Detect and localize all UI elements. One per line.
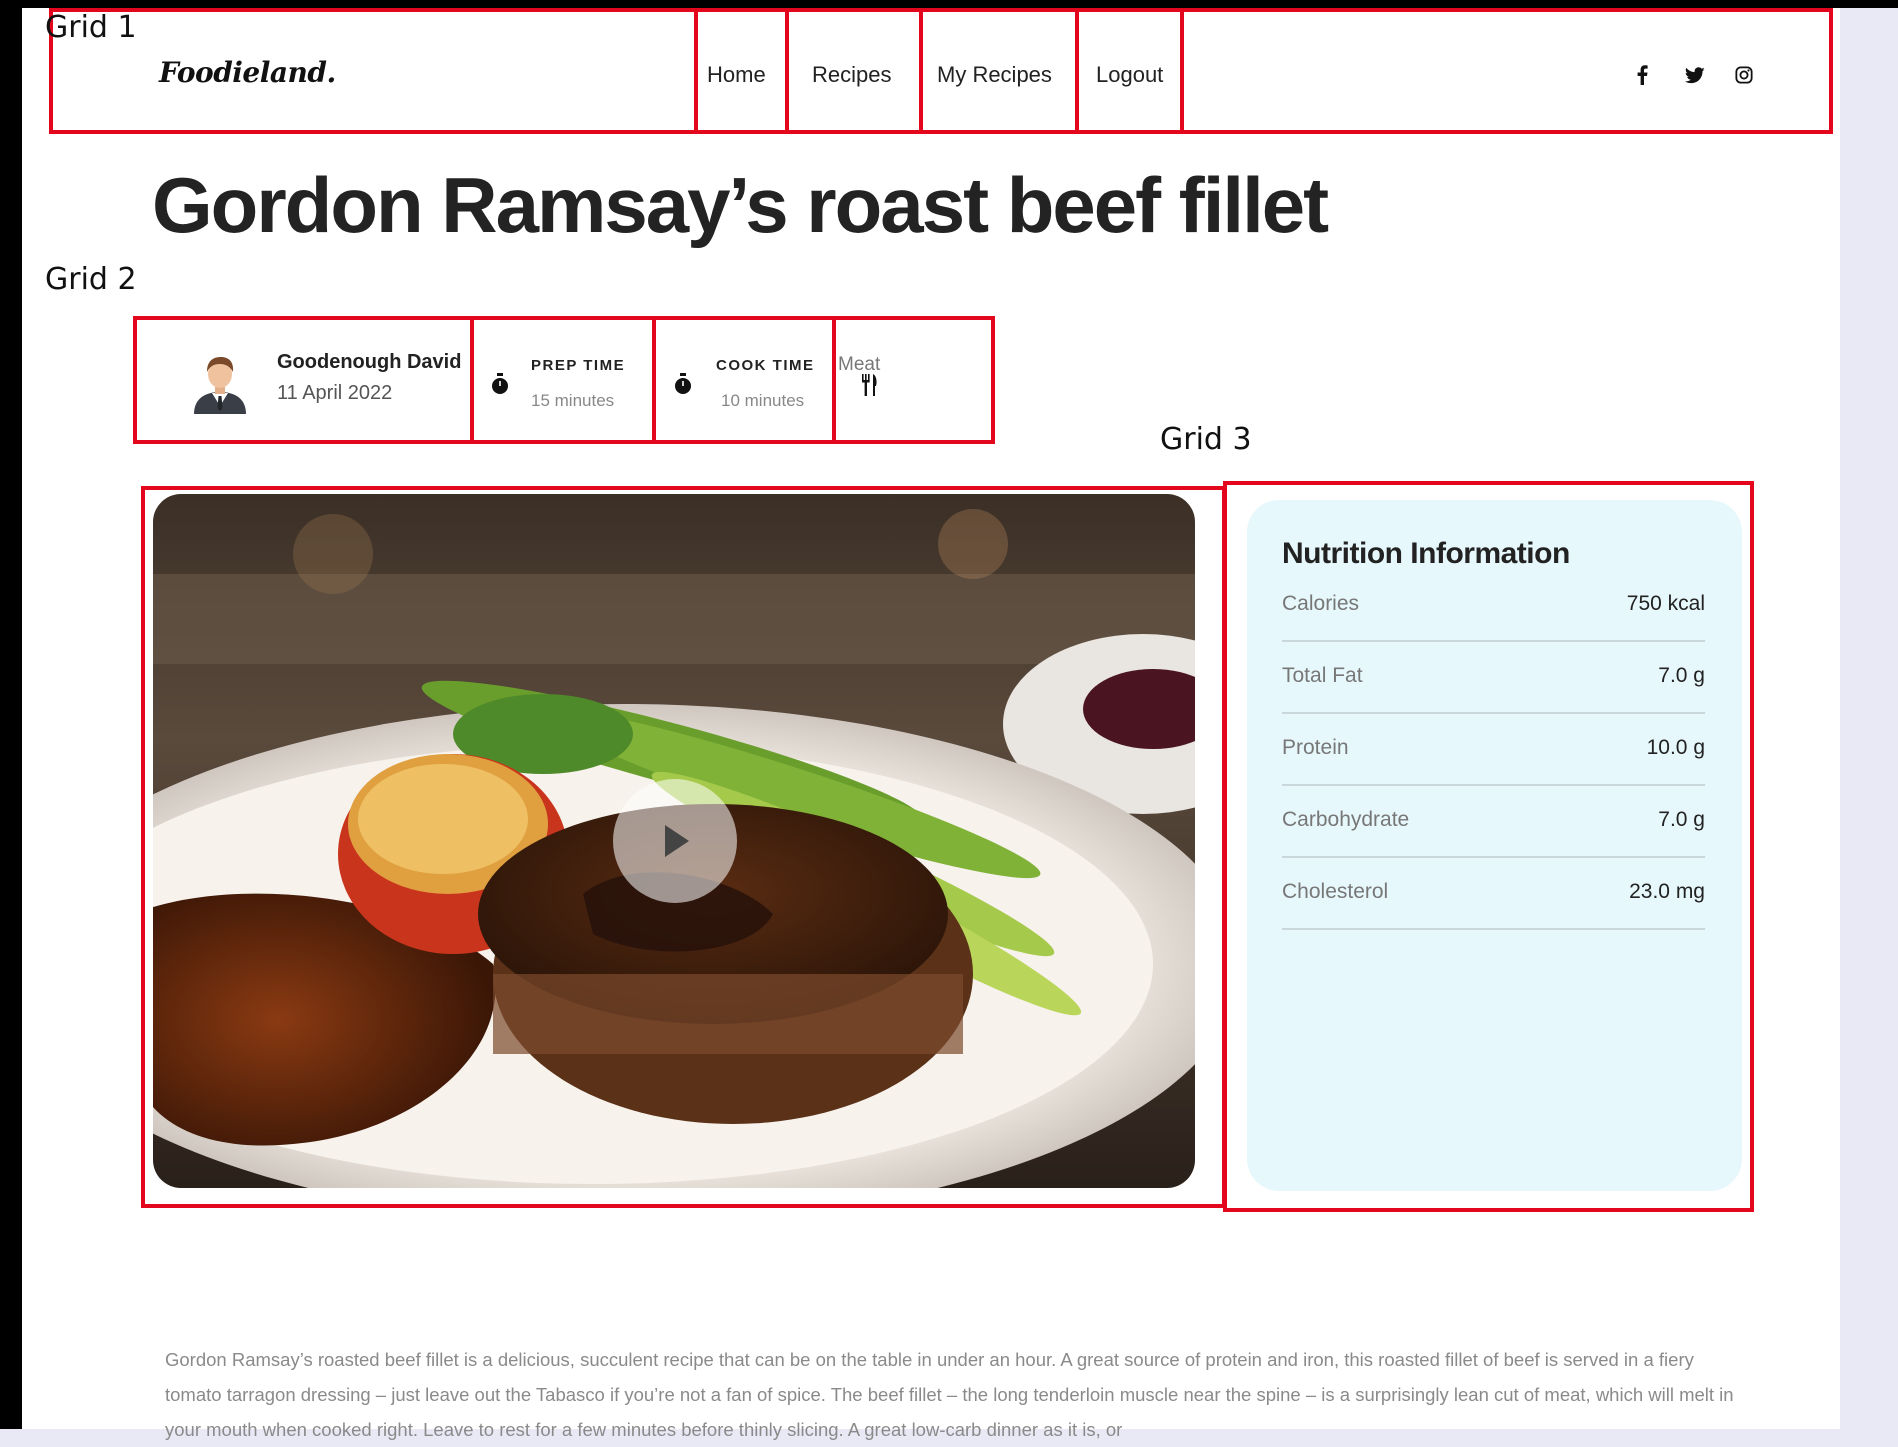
nutrition-row-total-fat: Total Fat 7.0 g bbox=[1282, 642, 1705, 714]
nav-recipes-link[interactable]: Recipes bbox=[812, 62, 891, 88]
nutrition-row-calories: Calories 750 kcal bbox=[1282, 570, 1705, 642]
window-left-edge bbox=[0, 0, 22, 1429]
grid1-label: Grid 1 bbox=[45, 10, 137, 45]
recipe-description: Gordon Ramsay’s roasted beef fillet is a… bbox=[165, 1349, 1734, 1440]
grid2-author-box bbox=[133, 316, 474, 444]
grid2-label: Grid 2 bbox=[45, 262, 137, 297]
grid2-category-box bbox=[832, 316, 995, 444]
author-avatar[interactable] bbox=[190, 350, 250, 414]
twitter-icon[interactable] bbox=[1684, 64, 1706, 86]
recipe-title: Gordon Ramsay’s roast beef fillet bbox=[152, 161, 1329, 249]
nutrition-name: Carbohydrate bbox=[1282, 808, 1410, 831]
nutrition-name: Total Fat bbox=[1282, 664, 1363, 687]
nutrition-value: 10.0 g bbox=[1646, 736, 1705, 759]
timer-icon bbox=[674, 373, 692, 395]
timer-icon bbox=[491, 373, 509, 395]
cook-time-value: 10 minutes bbox=[721, 391, 805, 410]
nav-home-link[interactable]: Home bbox=[707, 62, 766, 88]
foodieland-logo[interactable]: Foodieland. bbox=[159, 56, 336, 89]
nav-logout-link[interactable]: Logout bbox=[1096, 62, 1163, 88]
category-label[interactable]: Meat bbox=[838, 354, 880, 376]
fork-knife-icon bbox=[861, 374, 879, 396]
play-icon bbox=[665, 825, 689, 857]
nutrition-value: 7.0 g bbox=[1658, 808, 1705, 831]
nutrition-row-carbohydrate: Carbohydrate 7.0 g bbox=[1282, 786, 1705, 858]
nutrition-name: Calories bbox=[1282, 592, 1360, 615]
nutrition-row-cholesterol: Cholesterol 23.0 mg bbox=[1282, 858, 1705, 930]
facebook-icon[interactable] bbox=[1631, 64, 1653, 86]
nutrition-value: 750 kcal bbox=[1626, 592, 1705, 615]
author-name[interactable]: Goodenough David bbox=[277, 351, 461, 374]
nutrition-value: 7.0 g bbox=[1658, 664, 1705, 687]
prep-time-label: PREP TIME bbox=[531, 357, 626, 374]
window-top-edge bbox=[0, 0, 1898, 8]
publish-date: 11 April 2022 bbox=[277, 382, 393, 404]
nutrition-value: 23.0 mg bbox=[1629, 880, 1705, 903]
cook-time-label: COOK TIME bbox=[716, 357, 815, 374]
grid3-label: Grid 3 bbox=[1160, 422, 1252, 457]
nav-my-recipes-link[interactable]: My Recipes bbox=[937, 62, 1052, 88]
nutrition-title: Nutrition Information bbox=[1282, 537, 1570, 570]
prep-time-value: 15 minutes bbox=[531, 391, 615, 410]
play-button[interactable] bbox=[613, 779, 737, 903]
instagram-icon[interactable] bbox=[1733, 64, 1755, 86]
nutrition-name: Protein bbox=[1282, 736, 1349, 759]
nutrition-name: Cholesterol bbox=[1282, 880, 1389, 903]
nutrition-row-protein: Protein 10.0 g bbox=[1282, 714, 1705, 786]
